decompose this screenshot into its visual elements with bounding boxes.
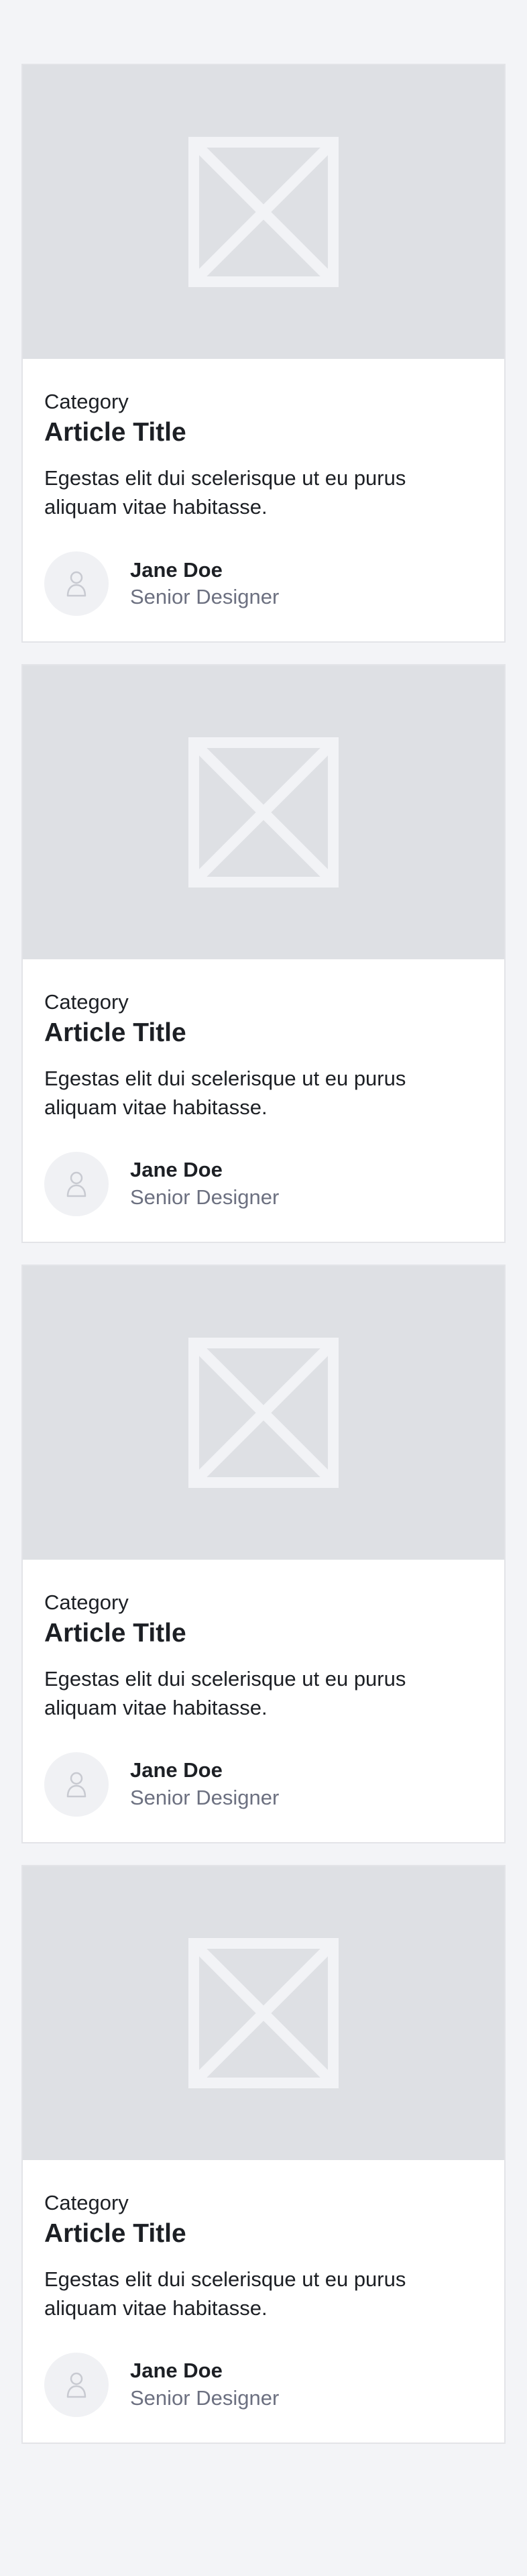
card-title[interactable]: Article Title [44,1618,483,1650]
card-author: Jane Doe Senior Designer [44,1752,483,1817]
article-card[interactable]: Category Article Title Egestas elit dui … [21,663,506,1243]
author-role: Senior Designer [130,2385,280,2410]
card-body: Category Article Title Egestas elit dui … [23,1560,504,1842]
card-body: Category Article Title Egestas elit dui … [23,2160,504,2443]
card-excerpt: Egestas elit dui scelerisque ut eu purus… [44,1066,406,1119]
card-image-placeholder [23,665,504,959]
image-placeholder-icon [188,1337,339,1488]
image-placeholder-icon [188,737,339,888]
avatar[interactable] [44,2352,109,2417]
card-category[interactable]: Category [44,990,483,1014]
card-body: Category Article Title Egestas elit dui … [23,959,504,1242]
article-card[interactable]: Category Article Title Egestas elit dui … [21,64,506,643]
avatar[interactable] [44,1752,109,1817]
author-name[interactable]: Jane Doe [130,1757,279,1784]
card-image-placeholder [23,1265,504,1560]
author-name[interactable]: Jane Doe [130,1157,279,1183]
author-meta: Jane Doe Senior Designer [130,1157,279,1211]
card-list: Category Article Title Egestas elit dui … [0,0,527,2444]
author-meta: Jane Doe Senior Designer [130,1757,279,1811]
card-image-placeholder [23,65,504,359]
card-category[interactable]: Category [44,2191,483,2214]
user-icon [66,1171,86,1197]
author-role: Senior Designer [130,1185,280,1209]
card-title[interactable]: Article Title [44,417,483,449]
image-placeholder-icon [188,1937,339,2088]
avatar[interactable] [44,551,109,616]
card-category[interactable]: Category [44,1591,483,1614]
card-image-placeholder [23,1866,504,2160]
card-author: Jane Doe Senior Designer [44,551,483,616]
card-title[interactable]: Article Title [44,1018,483,1049]
card-excerpt: Egestas elit dui scelerisque ut eu purus… [44,466,406,519]
card-title[interactable]: Article Title [44,2218,483,2250]
article-card[interactable]: Category Article Title Egestas elit dui … [21,1264,506,1843]
user-icon [66,1772,86,1797]
card-body: Category Article Title Egestas elit dui … [23,359,504,641]
author-role: Senior Designer [130,1785,280,1809]
avatar[interactable] [44,1151,109,1216]
author-meta: Jane Doe Senior Designer [130,2357,279,2412]
author-meta: Jane Doe Senior Designer [130,557,279,611]
image-placeholder-icon [188,137,339,287]
author-name[interactable]: Jane Doe [130,2357,279,2384]
author-role: Senior Designer [130,584,280,608]
author-name[interactable]: Jane Doe [130,557,279,584]
card-category[interactable]: Category [44,390,483,413]
card-author: Jane Doe Senior Designer [44,2352,483,2417]
card-author: Jane Doe Senior Designer [44,1151,483,1216]
article-card[interactable]: Category Article Title Egestas elit dui … [21,1864,506,2444]
card-excerpt: Egestas elit dui scelerisque ut eu purus… [44,2267,406,2320]
user-icon [66,571,86,597]
user-icon [66,2372,86,2398]
card-excerpt: Egestas elit dui scelerisque ut eu purus… [44,1666,406,1719]
